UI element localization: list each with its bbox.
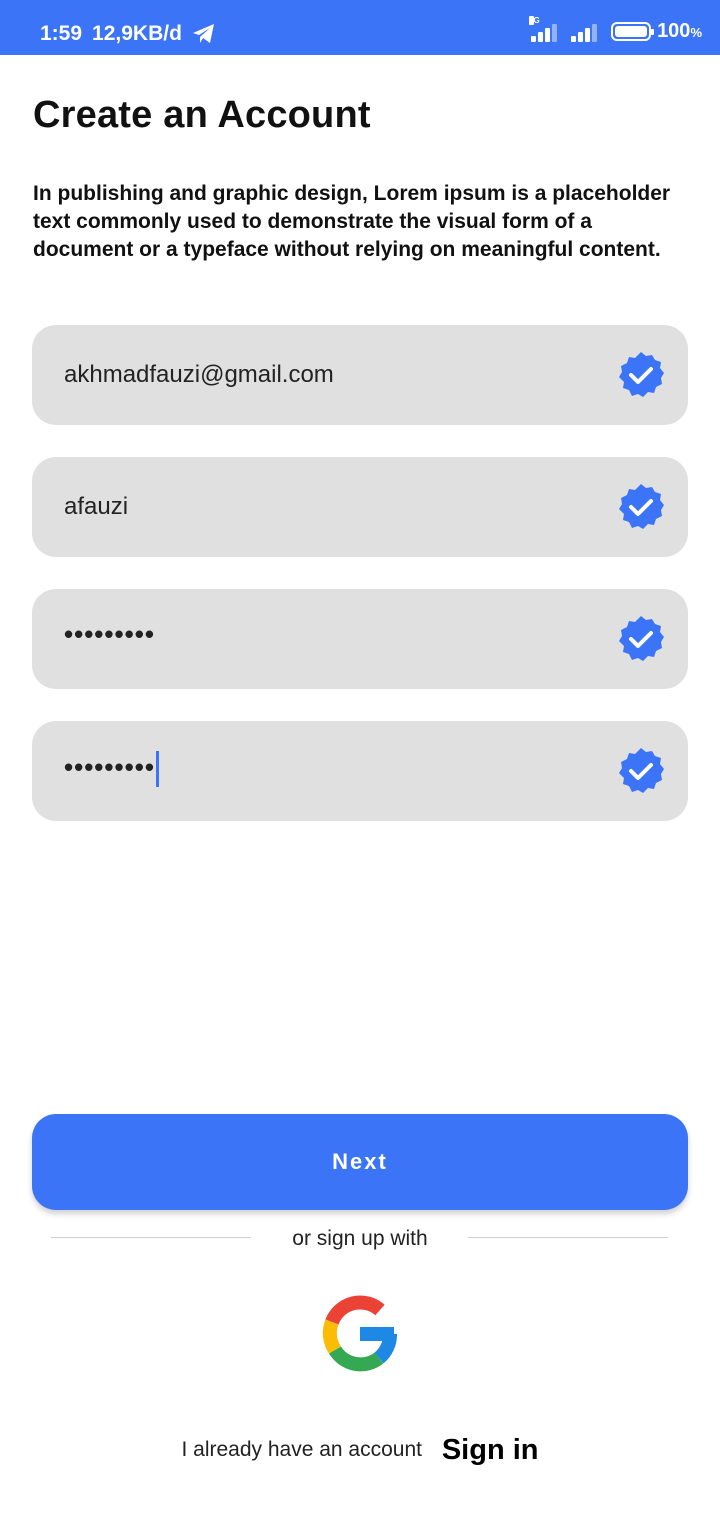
or-sign-up-with: or sign up with [292,1227,428,1250]
text-cursor [155,751,159,787]
have-account-text: I already have an account [181,1438,422,1461]
battery-level: 100% [657,20,702,42]
telegram-icon [192,24,214,43]
verified-check-icon [619,748,664,793]
verified-check-icon [619,352,664,397]
confirm-password-value: ••••••••• [64,751,159,787]
username-field[interactable]: afauzi [32,457,688,557]
page-description: In publishing and graphic design, Lorem … [33,182,671,261]
signal-icon [571,22,599,42]
signal-4g-icon: 4G [529,15,559,42]
username-value: afauzi [64,493,129,520]
status-left: 1:59 12,9KB/d [40,22,216,46]
google-icon[interactable] [318,1292,402,1376]
status-right: 4G 100% [529,15,702,43]
battery-icon [611,22,655,41]
password-value: ••••••••• [64,619,155,649]
status-bar: 1:59 12,9KB/d 4G 100% [0,0,720,55]
email-field[interactable]: akhmadfauzi@gmail.com [32,325,688,425]
page-title: Create an Account [33,94,371,136]
password-field[interactable]: ••••••••• [32,589,688,689]
sign-in-link[interactable]: Sign in [442,1434,539,1466]
confirm-password-field[interactable]: ••••••••• [32,721,688,821]
verified-check-icon [619,616,664,661]
next-button[interactable]: Next [32,1114,688,1210]
clock: 1:59 [40,22,83,45]
network-type-label: 4G [529,15,540,25]
email-value: akhmadfauzi@gmail.com [64,361,334,388]
network-speed: 12,9KB/d [92,22,182,45]
sign-in-row: I already have an account Sign in [0,1434,720,1467]
verified-check-icon [619,484,664,529]
